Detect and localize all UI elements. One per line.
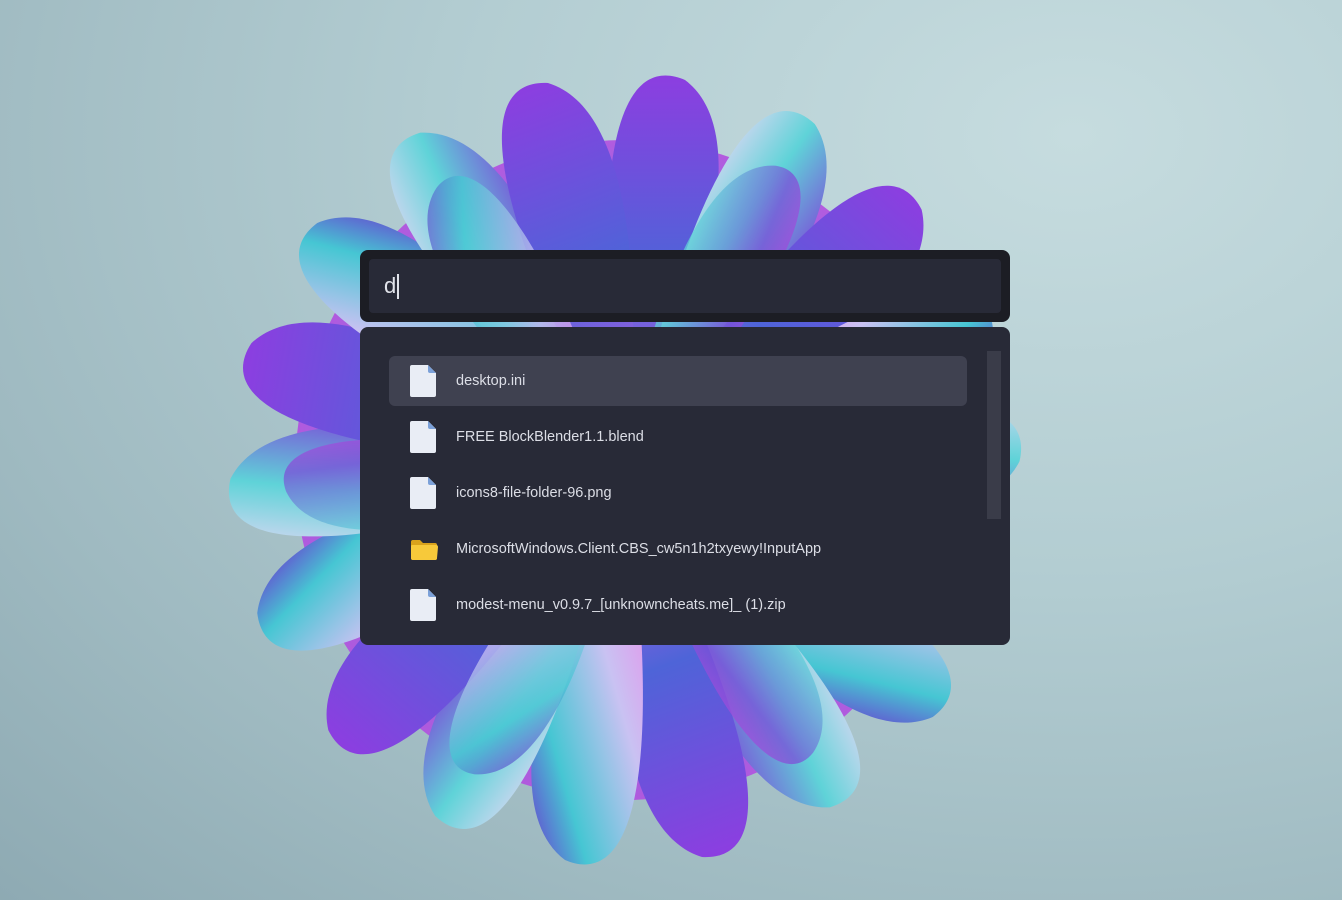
file-icon xyxy=(410,477,436,509)
result-item-folder[interactable]: MicrosoftWindows.Client.CBS_cw5n1h2txyew… xyxy=(389,524,967,574)
text-caret xyxy=(397,273,399,299)
search-bar-container: d xyxy=(360,250,1010,322)
search-query-text: d xyxy=(384,273,397,298)
results-scrollbar[interactable] xyxy=(987,351,1001,519)
result-item-blend-file[interactable]: FREE BlockBlender1.1.blend xyxy=(389,412,967,462)
result-label: FREE BlockBlender1.1.blend xyxy=(456,429,644,445)
result-label: modest-menu_v0.9.7_[unknowncheats.me]_ (… xyxy=(456,597,786,613)
results-list: desktop.ini FREE BlockBlender1.1.blend i… xyxy=(389,356,967,636)
file-icon xyxy=(410,421,436,453)
result-item-png-file[interactable]: icons8-file-folder-96.png xyxy=(389,468,967,518)
search-results-panel: desktop.ini FREE BlockBlender1.1.blend i… xyxy=(360,327,1010,645)
result-label: MicrosoftWindows.Client.CBS_cw5n1h2txyew… xyxy=(456,541,822,557)
result-label: icons8-file-folder-96.png xyxy=(456,485,612,501)
file-icon xyxy=(410,365,436,397)
result-item-desktop-ini[interactable]: desktop.ini xyxy=(389,356,967,406)
folder-icon xyxy=(411,540,438,560)
file-icon xyxy=(410,589,436,621)
result-item-zip-file[interactable]: modest-menu_v0.9.7_[unknowncheats.me]_ (… xyxy=(389,580,967,630)
result-label: desktop.ini xyxy=(456,373,526,389)
search-input[interactable]: d xyxy=(369,259,1001,313)
